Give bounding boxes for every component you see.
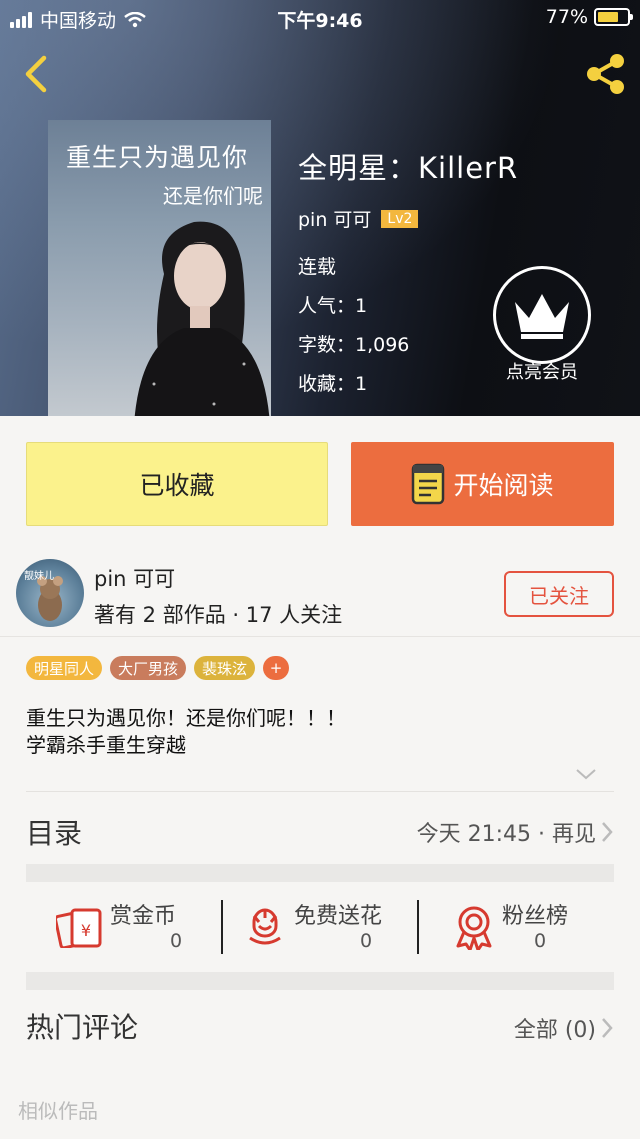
book-favorites: 收藏：1: [298, 373, 368, 395]
book-title: 全明星：KillerR: [298, 151, 519, 185]
start-reading-button[interactable]: 开始阅读: [351, 442, 614, 526]
author-card[interactable]: 靓妹儿 pin 可可 著有 2 部作品 · 17 人关注 已关注: [0, 555, 640, 637]
divider: [221, 900, 223, 954]
stat-label: 赏金币: [110, 904, 177, 929]
svg-text:¥: ¥: [81, 921, 91, 940]
stat-value: 0: [534, 930, 547, 952]
vip-label: 点亮会员: [506, 362, 578, 383]
all-comments-link[interactable]: 全部 (0): [514, 1012, 596, 1044]
book-header: 中国移动 下午9:46 77% 重生只为遇见你 还是你们呢 全明星：Killer…: [0, 0, 640, 416]
book-popularity: 人气：1: [298, 295, 368, 317]
status-time: 下午9:46: [277, 10, 363, 32]
add-tag-button[interactable]: +: [263, 656, 290, 680]
vip-button[interactable]: 点亮会员: [492, 266, 592, 390]
book-meta: 全明星：KillerR pin 可可 Lv2 连载 人气：1 字数：1,096 …: [298, 145, 518, 396]
support-stats: ¥ 赏金币 0 免费送花 0 粉丝榜 0: [26, 896, 614, 960]
red-envelope-icon: ¥: [56, 908, 102, 948]
book-status: 连载: [298, 256, 337, 278]
description-line: 学霸杀手重生穿越: [26, 733, 186, 757]
level-badge: Lv2: [381, 209, 419, 228]
reward-coins-item[interactable]: ¥ 赏金币 0: [56, 896, 226, 960]
description-line: 重生只为遇见你！还是你们呢！！！: [26, 706, 346, 730]
tag-list: 明星同人 大厂男孩 裴珠泫 +: [26, 656, 290, 680]
cover-portrait: [134, 221, 270, 416]
tag-item[interactable]: 大厂男孩: [110, 656, 187, 680]
fan-ranking-item[interactable]: 粉丝榜 0: [454, 896, 614, 960]
crown-icon: [515, 294, 569, 339]
book-word-count: 字数：1,096: [298, 334, 410, 356]
follow-button[interactable]: 已关注: [504, 571, 614, 617]
book-icon: [412, 463, 445, 505]
battery-icon: [594, 8, 633, 26]
follow-label: 已关注: [529, 583, 589, 608]
similar-works-title: 相似作品: [18, 1099, 98, 1123]
chevron-right-icon: [602, 1018, 613, 1038]
divider: [26, 791, 614, 792]
stat-label: 免费送花: [294, 904, 383, 929]
author-stats: 著有 2 部作品 · 17 人关注: [94, 603, 343, 627]
book-cover[interactable]: 重生只为遇见你 还是你们呢: [48, 120, 271, 416]
author-name[interactable]: pin 可可: [94, 563, 175, 593]
chevron-down-icon[interactable]: [574, 766, 598, 782]
stat-value: 0: [170, 930, 183, 952]
avatar[interactable]: 靓妹儿: [16, 559, 84, 627]
tag-item[interactable]: 明星同人: [26, 656, 103, 680]
flower-icon: [249, 908, 281, 945]
send-flower-item[interactable]: 免费送花 0: [246, 896, 426, 960]
hot-comments-title: 热门评论: [26, 1011, 139, 1044]
avatar-tag: 靓妹儿: [24, 571, 54, 582]
hot-comments-row[interactable]: 热门评论 全部 (0): [26, 1004, 614, 1048]
favorited-button[interactable]: 已收藏: [26, 442, 328, 526]
status-bar: 中国移动 下午9:46 77%: [0, 0, 640, 36]
favorited-label: 已收藏: [139, 471, 215, 500]
book-description: 重生只为遇见你！还是你们呢！！！ 学霸杀手重生穿越: [26, 705, 346, 759]
section-divider: [26, 864, 614, 882]
cover-subtitle: 还是你们呢: [163, 184, 263, 208]
tag-item[interactable]: 裴珠泫: [194, 656, 256, 680]
stat-label: 粉丝榜: [502, 904, 569, 929]
start-reading-label: 开始阅读: [453, 471, 554, 500]
toc-latest-chapter: 今天 21:45 · 再见: [416, 822, 596, 847]
divider: [417, 900, 419, 954]
battery-percent: 77%: [545, 6, 588, 28]
toc-row[interactable]: 目录 今天 21:45 · 再见: [26, 808, 614, 852]
chevron-right-icon: [602, 822, 613, 842]
ribbon-medal-icon: [456, 906, 492, 950]
toc-title: 目录: [26, 817, 83, 850]
back-button[interactable]: [18, 52, 54, 96]
share-button[interactable]: [582, 50, 630, 98]
stat-value: 0: [360, 930, 373, 952]
section-divider: [26, 972, 614, 990]
book-author[interactable]: pin 可可: [298, 205, 371, 232]
cover-title: 重生只为遇见你: [66, 143, 249, 172]
